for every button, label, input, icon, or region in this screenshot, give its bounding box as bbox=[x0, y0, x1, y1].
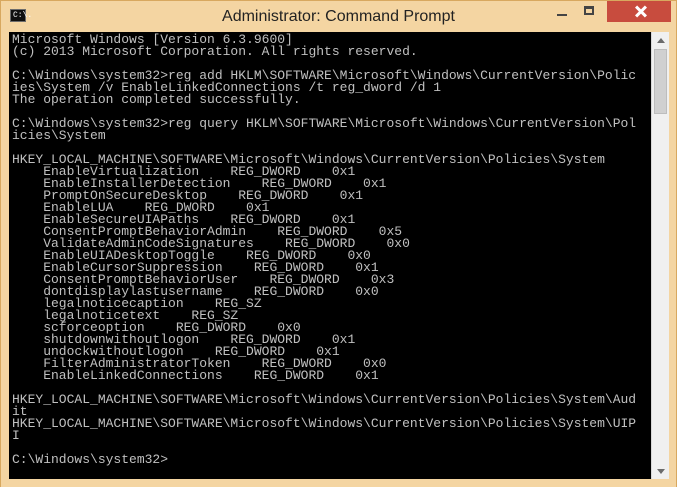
console-line: HKEY_LOCAL_MACHINE\SOFTWARE\Microsoft\Wi… bbox=[12, 392, 637, 407]
console-output[interactable]: Microsoft Windows [Version 6.3.9600] (c) … bbox=[9, 32, 651, 479]
console-line: EnableLinkedConnections REG_DWORD 0x1 bbox=[12, 368, 379, 383]
console-line: C:\Windows\system32>reg query HKLM\SOFTW… bbox=[12, 116, 637, 131]
scroll-up-arrow-icon[interactable] bbox=[653, 32, 669, 48]
maximize-button[interactable] bbox=[576, 1, 603, 22]
console-line: The operation completed successfully. bbox=[12, 92, 301, 107]
console-line: HKEY_LOCAL_MACHINE\SOFTWARE\Microsoft\Wi… bbox=[12, 416, 637, 431]
console-line: I bbox=[12, 428, 20, 443]
command-prompt-window: C:\. Administrator: Command Prompt Micro… bbox=[0, 0, 677, 487]
scroll-down-arrow-icon[interactable] bbox=[653, 463, 669, 479]
window-bottom-frame bbox=[1, 479, 676, 487]
scroll-thumb[interactable] bbox=[654, 49, 667, 114]
console-line: C:\Windows\system32> bbox=[12, 452, 169, 467]
minimize-button[interactable] bbox=[549, 1, 575, 22]
console-line: (c) 2013 Microsoft Corporation. All righ… bbox=[12, 44, 418, 59]
console-text: Microsoft Windows [Version 6.3.9600] (c) … bbox=[9, 32, 651, 466]
close-button[interactable] bbox=[607, 1, 671, 22]
vertical-scrollbar[interactable] bbox=[651, 32, 669, 479]
title-bar[interactable]: C:\. Administrator: Command Prompt bbox=[1, 1, 676, 32]
console-line: icies\System bbox=[12, 128, 106, 143]
